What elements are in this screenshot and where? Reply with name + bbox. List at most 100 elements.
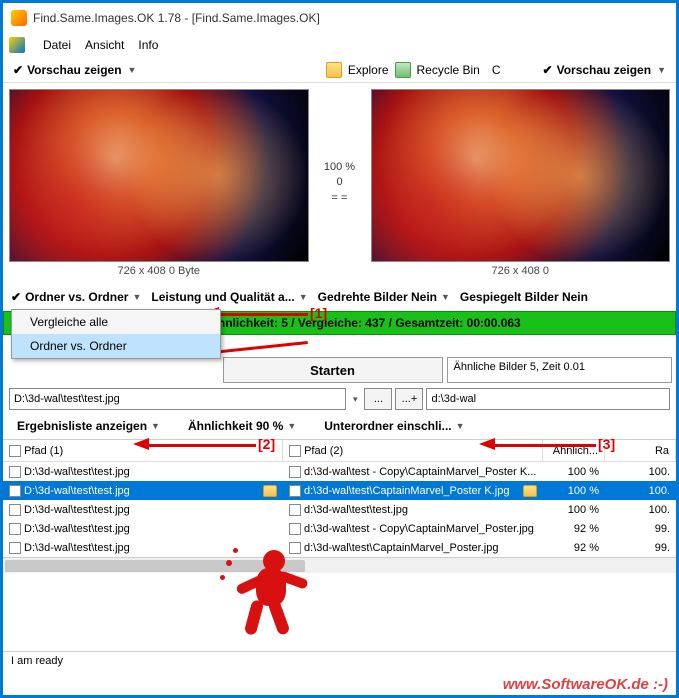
cell-path2: d:\3d-wal\test\CaptainMarvel_Poster.jpg [304, 542, 498, 554]
preview-left-image [9, 89, 309, 262]
path-left-input[interactable] [9, 388, 346, 410]
logo-icon [9, 37, 25, 53]
preview-left-toggle[interactable]: ✔ Vorschau zeigen [13, 63, 122, 77]
checkbox-icon[interactable] [289, 504, 301, 516]
popup-item-all[interactable]: Vergleiche alle [12, 310, 220, 334]
similarity-label: Ähnlichkeit 90 % [188, 419, 283, 433]
cell-path1: D:\3d-wal\test\test.jpg [24, 504, 130, 516]
rotated-dropdown[interactable]: Gedrehte Bilder Nein ▼ [318, 290, 450, 304]
options-row-2: Ergebnisliste anzeigen ▼ Ähnlichkeit 90 … [3, 413, 676, 439]
mode-label: Ordner vs. Ordner [25, 290, 128, 304]
checkbox-icon[interactable] [9, 504, 21, 516]
rotated-label: Gedrehte Bilder Nein [318, 290, 437, 304]
checkbox-icon[interactable] [9, 466, 21, 478]
table-row[interactable]: D:\3d-wal\test\test.jpg d:\3d-wal\test\Ca… [3, 538, 676, 557]
perf-dropdown[interactable]: Leistung und Qualität a... ▼ [151, 290, 307, 304]
checkbox-icon[interactable] [9, 523, 21, 535]
path-right-input[interactable] [426, 388, 670, 410]
arrow-3-line [493, 444, 596, 447]
browse-button[interactable]: ... [364, 388, 392, 410]
table-row[interactable]: D:\3d-wal\test\test.jpgd:\3d-wal\test\Ca… [3, 481, 676, 500]
cell-path1: D:\3d-wal\test\test.jpg [24, 523, 130, 535]
chevron-down-icon[interactable]: ▼ [657, 65, 666, 75]
preview-left: 726 x 408 0 Byte [3, 83, 315, 283]
checkbox-icon[interactable] [289, 542, 301, 554]
menu-view[interactable]: Ansicht [85, 38, 124, 52]
folder-icon[interactable] [523, 485, 537, 497]
recycle-button[interactable]: Recycle Bin [417, 63, 480, 77]
menu-info[interactable]: Info [138, 38, 158, 52]
explore-button[interactable]: Explore [348, 63, 389, 77]
cell-path1: D:\3d-wal\test\test.jpg [24, 542, 130, 554]
preview-left-label: Vorschau zeigen [27, 63, 121, 77]
cell-sim: 92 % [543, 522, 605, 536]
c-button[interactable]: C [492, 63, 501, 77]
cell-ra: 100. [605, 503, 676, 517]
menu-file[interactable]: Datei [43, 38, 71, 52]
checkbox-icon[interactable] [289, 445, 301, 457]
cell-sim: 100 % [543, 503, 605, 517]
cell-ra: 100. [605, 484, 676, 498]
checkbox-icon[interactable] [9, 445, 21, 457]
results-dropdown[interactable]: Ergebnisliste anzeigen ▼ [17, 419, 160, 433]
start-button[interactable]: Starten [223, 357, 443, 383]
cell-path2: d:\3d-wal\test\test.jpg [304, 504, 408, 516]
preview-right-label: Vorschau zeigen [557, 63, 651, 77]
arrow-3-head [479, 438, 495, 450]
cell-ra: 99. [605, 522, 676, 536]
preview-right-toggle[interactable]: ✔ Vorschau zeigen [543, 63, 652, 77]
perf-label: Leistung und Qualität a... [151, 290, 294, 304]
toolbar-row: ✔ Vorschau zeigen ▼ Explore Recycle Bin … [3, 57, 676, 83]
window-title: Find.Same.Images.OK 1.78 - [Find.Same.Im… [33, 11, 320, 25]
preview-right: 726 x 408 0 [365, 83, 677, 283]
arrow-2-head [133, 438, 149, 450]
popup-item-ovo[interactable]: Ordner vs. Ordner [12, 334, 220, 358]
table-row[interactable]: D:\3d-wal\test\test.jpg d:\3d-wal\test\te… [3, 500, 676, 519]
cell-sim: 100 % [543, 465, 605, 479]
checkbox-icon[interactable] [9, 542, 21, 554]
table-row[interactable]: D:\3d-wal\test\test.jpg d:\3d-wal\test - … [3, 462, 676, 481]
table-row[interactable]: D:\3d-wal\test\test.jpg d:\3d-wal\test - … [3, 519, 676, 538]
checkbox-icon[interactable] [289, 523, 301, 535]
cell-path2: d:\3d-wal\test - Copy\CaptainMarvel_Post… [304, 466, 536, 478]
mirrored-dropdown[interactable]: Gespiegelt Bilder Nein [460, 290, 588, 304]
result-table: Pfad (1) Pfad (2) Ähnlich... Ra D:\3d-wa… [3, 439, 676, 573]
scroll-thumb[interactable] [5, 560, 305, 572]
chevron-down-icon[interactable]: ▼ [128, 65, 137, 75]
mirrored-label: Gespiegelt Bilder Nein [460, 290, 588, 304]
checkbox-icon[interactable] [9, 485, 21, 497]
cell-sim: 100 % [543, 484, 605, 498]
titlebar: Find.Same.Images.OK 1.78 - [Find.Same.Im… [3, 3, 676, 33]
compare-pct: 100 % [324, 160, 355, 175]
checkbox-icon[interactable] [289, 485, 301, 497]
preview-right-meta: 726 x 408 0 [371, 262, 671, 277]
results-label: Ergebnisliste anzeigen [17, 419, 147, 433]
cell-path2: d:\3d-wal\test - Copy\CaptainMarvel_Post… [304, 523, 534, 535]
arrow-1-line [218, 313, 308, 316]
table-body: D:\3d-wal\test\test.jpg d:\3d-wal\test - … [3, 462, 676, 557]
preview-panes: 726 x 408 0 Byte 100 % 0 = = 726 x 408 0 [3, 83, 676, 283]
cell-sim: 92 % [543, 541, 605, 555]
compare-zero: 0 [336, 175, 342, 190]
similar-result-box: Ähnliche Bilder 5, Zeit 0.01 [447, 357, 673, 383]
cell-path1: D:\3d-wal\test\test.jpg [24, 466, 130, 478]
mode-dropdown[interactable]: ✔ Ordner vs. Ordner ▼ [11, 290, 141, 304]
subfolder-dropdown[interactable]: Unterordner einschli... ▼ [324, 419, 464, 433]
preview-right-image [371, 89, 671, 262]
path-inputs-row: ▾ ... ...+ [3, 385, 676, 413]
folder-icon[interactable] [263, 485, 277, 497]
recycle-icon [395, 62, 411, 78]
folder-icon [326, 62, 342, 78]
cell-ra: 99. [605, 541, 676, 555]
app-icon [11, 10, 27, 26]
mode-popup: Vergleiche alle Ordner vs. Ordner [11, 309, 221, 359]
similarity-dropdown[interactable]: Ähnlichkeit 90 % ▼ [188, 419, 296, 433]
start-row: Starten Ähnliche Bilder 5, Zeit 0.01 [3, 355, 676, 385]
th-ra[interactable]: Ra [605, 440, 676, 461]
compare-eq: = = [332, 191, 348, 206]
add-path-button[interactable]: ...+ [395, 388, 423, 410]
chevron-down-icon[interactable]: ▾ [353, 394, 358, 405]
checkbox-icon[interactable] [289, 466, 301, 478]
horizontal-scrollbar[interactable] [3, 557, 676, 573]
watermark: www.SoftwareOK.de :-) [503, 676, 668, 693]
